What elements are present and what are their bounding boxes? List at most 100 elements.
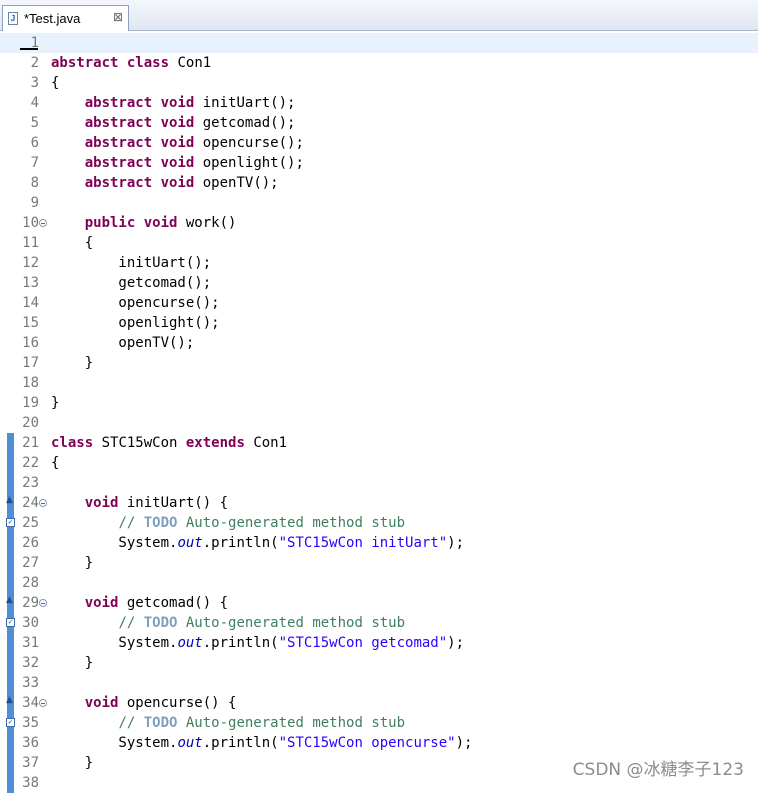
code-text: } bbox=[51, 353, 93, 373]
code-line[interactable]: 28 bbox=[0, 573, 758, 593]
code-token: } bbox=[51, 755, 94, 771]
keyword-token: void bbox=[160, 135, 195, 151]
fold-collapse-icon[interactable] bbox=[39, 599, 47, 607]
code-text: { bbox=[51, 73, 59, 93]
line-number: 4 bbox=[30, 95, 39, 111]
change-marker-bar bbox=[7, 473, 14, 493]
code-line[interactable]: 2 abstract class Con1 bbox=[0, 53, 758, 73]
code-token: work() bbox=[177, 215, 237, 231]
change-marker-bar bbox=[7, 653, 14, 673]
code-line[interactable]: 22 { bbox=[0, 453, 758, 473]
editor-tab-test-java[interactable]: J *Test.java ⊠ bbox=[2, 5, 129, 31]
fold-collapse-icon[interactable] bbox=[39, 499, 47, 507]
code-line[interactable]: 3{ bbox=[0, 73, 758, 93]
code-line[interactable]: 19} bbox=[0, 393, 758, 413]
keyword-token: void bbox=[160, 175, 195, 191]
code-line[interactable]: 27 } bbox=[0, 553, 758, 573]
code-line[interactable]: 6 abstract void opencurse(); bbox=[0, 133, 758, 153]
code-line[interactable]: 4 abstract void initUart(); bbox=[0, 93, 758, 113]
code-line[interactable]: ✓ 35 // TODO Auto-generated method stub bbox=[0, 713, 758, 733]
code-text: System.out.println("STC15wCon initUart")… bbox=[51, 533, 464, 553]
code-text: class STC15wCon extends Con1 bbox=[51, 433, 287, 453]
code-token: } bbox=[51, 355, 94, 371]
code-line[interactable]: 18 bbox=[0, 373, 758, 393]
code-line[interactable]: 8 abstract void openTV(); bbox=[0, 173, 758, 193]
keyword-token: void bbox=[84, 695, 119, 711]
code-line[interactable]: ▲ 34 void opencurse() { bbox=[0, 693, 758, 713]
line-number: 2 bbox=[30, 55, 39, 71]
code-line[interactable]: 7 abstract void openlight(); bbox=[0, 153, 758, 173]
line-number: 16 bbox=[22, 335, 39, 351]
comment-token: // bbox=[118, 615, 144, 631]
code-line[interactable]: 16 openTV(); bbox=[0, 333, 758, 353]
editor-tab-bar: J *Test.java ⊠ bbox=[0, 0, 758, 31]
code-line[interactable]: 21 class STC15wCon extends Con1 bbox=[0, 433, 758, 453]
line-number: 10 bbox=[22, 215, 39, 231]
override-marker-icon[interactable]: ▲ bbox=[6, 696, 13, 705]
line-number: 29 bbox=[22, 595, 39, 611]
code-line[interactable]: 5 abstract void getcomad(); bbox=[0, 113, 758, 133]
code-line[interactable]: 20 bbox=[0, 413, 758, 433]
override-marker-icon[interactable]: ▲ bbox=[6, 596, 13, 605]
line-number: 3 bbox=[30, 75, 39, 91]
keyword-token: extends bbox=[185, 435, 245, 451]
code-line[interactable]: 36 System.out.println("STC15wCon opencur… bbox=[0, 733, 758, 753]
line-number: 28 bbox=[22, 575, 39, 591]
code-text: openlight(); bbox=[51, 313, 219, 333]
code-token: ); bbox=[447, 535, 465, 551]
code-line[interactable]: 10 public void work() bbox=[0, 213, 758, 233]
comment-token: Auto-generated method stub bbox=[177, 515, 406, 531]
code-line[interactable]: 12 initUart(); bbox=[0, 253, 758, 273]
keyword-token: abstract bbox=[84, 115, 153, 131]
task-marker-icon[interactable]: ✓ bbox=[6, 518, 15, 527]
code-line[interactable]: 17 } bbox=[0, 353, 758, 373]
code-line[interactable]: 31 System.out.println("STC15wCon getcoma… bbox=[0, 633, 758, 653]
close-tab-icon[interactable]: ⊠ bbox=[113, 10, 123, 24]
code-text: void opencurse() { bbox=[51, 693, 237, 713]
watermark: CSDN @冰糖李子123 bbox=[572, 760, 744, 780]
code-text: openTV(); bbox=[51, 333, 194, 353]
code-line[interactable]: 26 System.out.println("STC15wCon initUar… bbox=[0, 533, 758, 553]
override-marker-icon[interactable]: ▲ bbox=[6, 496, 13, 505]
code-line[interactable]: ▲ 24 void initUart() { bbox=[0, 493, 758, 513]
code-editor[interactable]: 1 2 abstract class Con1 3{4 abstract void i… bbox=[0, 31, 758, 793]
line-number: 13 bbox=[22, 275, 39, 291]
code-token: opencurse(); bbox=[51, 295, 220, 311]
code-text: System.out.println("STC15wCon opencurse"… bbox=[51, 733, 472, 753]
line-number: 33 bbox=[22, 675, 39, 691]
line-number: 24 bbox=[22, 495, 39, 511]
code-text: abstract void openTV(); bbox=[51, 173, 279, 193]
code-text: // TODO Auto-generated method stub bbox=[51, 713, 405, 733]
code-text: } bbox=[51, 393, 59, 413]
code-line[interactable]: 15 openlight(); bbox=[0, 313, 758, 333]
code-line[interactable]: ✓ 30 // TODO Auto-generated method stub bbox=[0, 613, 758, 633]
code-text: opencurse(); bbox=[51, 293, 220, 313]
code-token: ); bbox=[455, 735, 473, 751]
code-line[interactable]: 11 { bbox=[0, 233, 758, 253]
field-token: out bbox=[177, 735, 203, 751]
code-line[interactable]: 13 getcomad(); bbox=[0, 273, 758, 293]
fold-collapse-icon[interactable] bbox=[39, 699, 47, 707]
code-line[interactable]: 14 opencurse(); bbox=[0, 293, 758, 313]
task-marker-icon[interactable]: ✓ bbox=[6, 618, 15, 627]
line-number: 1 bbox=[30, 35, 39, 51]
fold-collapse-icon[interactable] bbox=[39, 219, 47, 227]
code-text: System.out.println("STC15wCon getcomad")… bbox=[51, 633, 464, 653]
code-line[interactable]: 32 } bbox=[0, 653, 758, 673]
code-line[interactable]: 9 bbox=[0, 193, 758, 213]
code-line[interactable]: 33 bbox=[0, 673, 758, 693]
line-number: 15 bbox=[22, 315, 39, 331]
code-token: STC15wCon bbox=[93, 435, 186, 451]
code-text: { bbox=[51, 453, 59, 473]
task-marker-icon[interactable]: ✓ bbox=[6, 718, 15, 727]
code-line[interactable]: 23 bbox=[0, 473, 758, 493]
code-line[interactable]: ✓ 25 // TODO Auto-generated method stub bbox=[0, 513, 758, 533]
code-line[interactable]: ▲ 29 void getcomad() { bbox=[0, 593, 758, 613]
code-line[interactable]: 1 bbox=[0, 33, 758, 53]
